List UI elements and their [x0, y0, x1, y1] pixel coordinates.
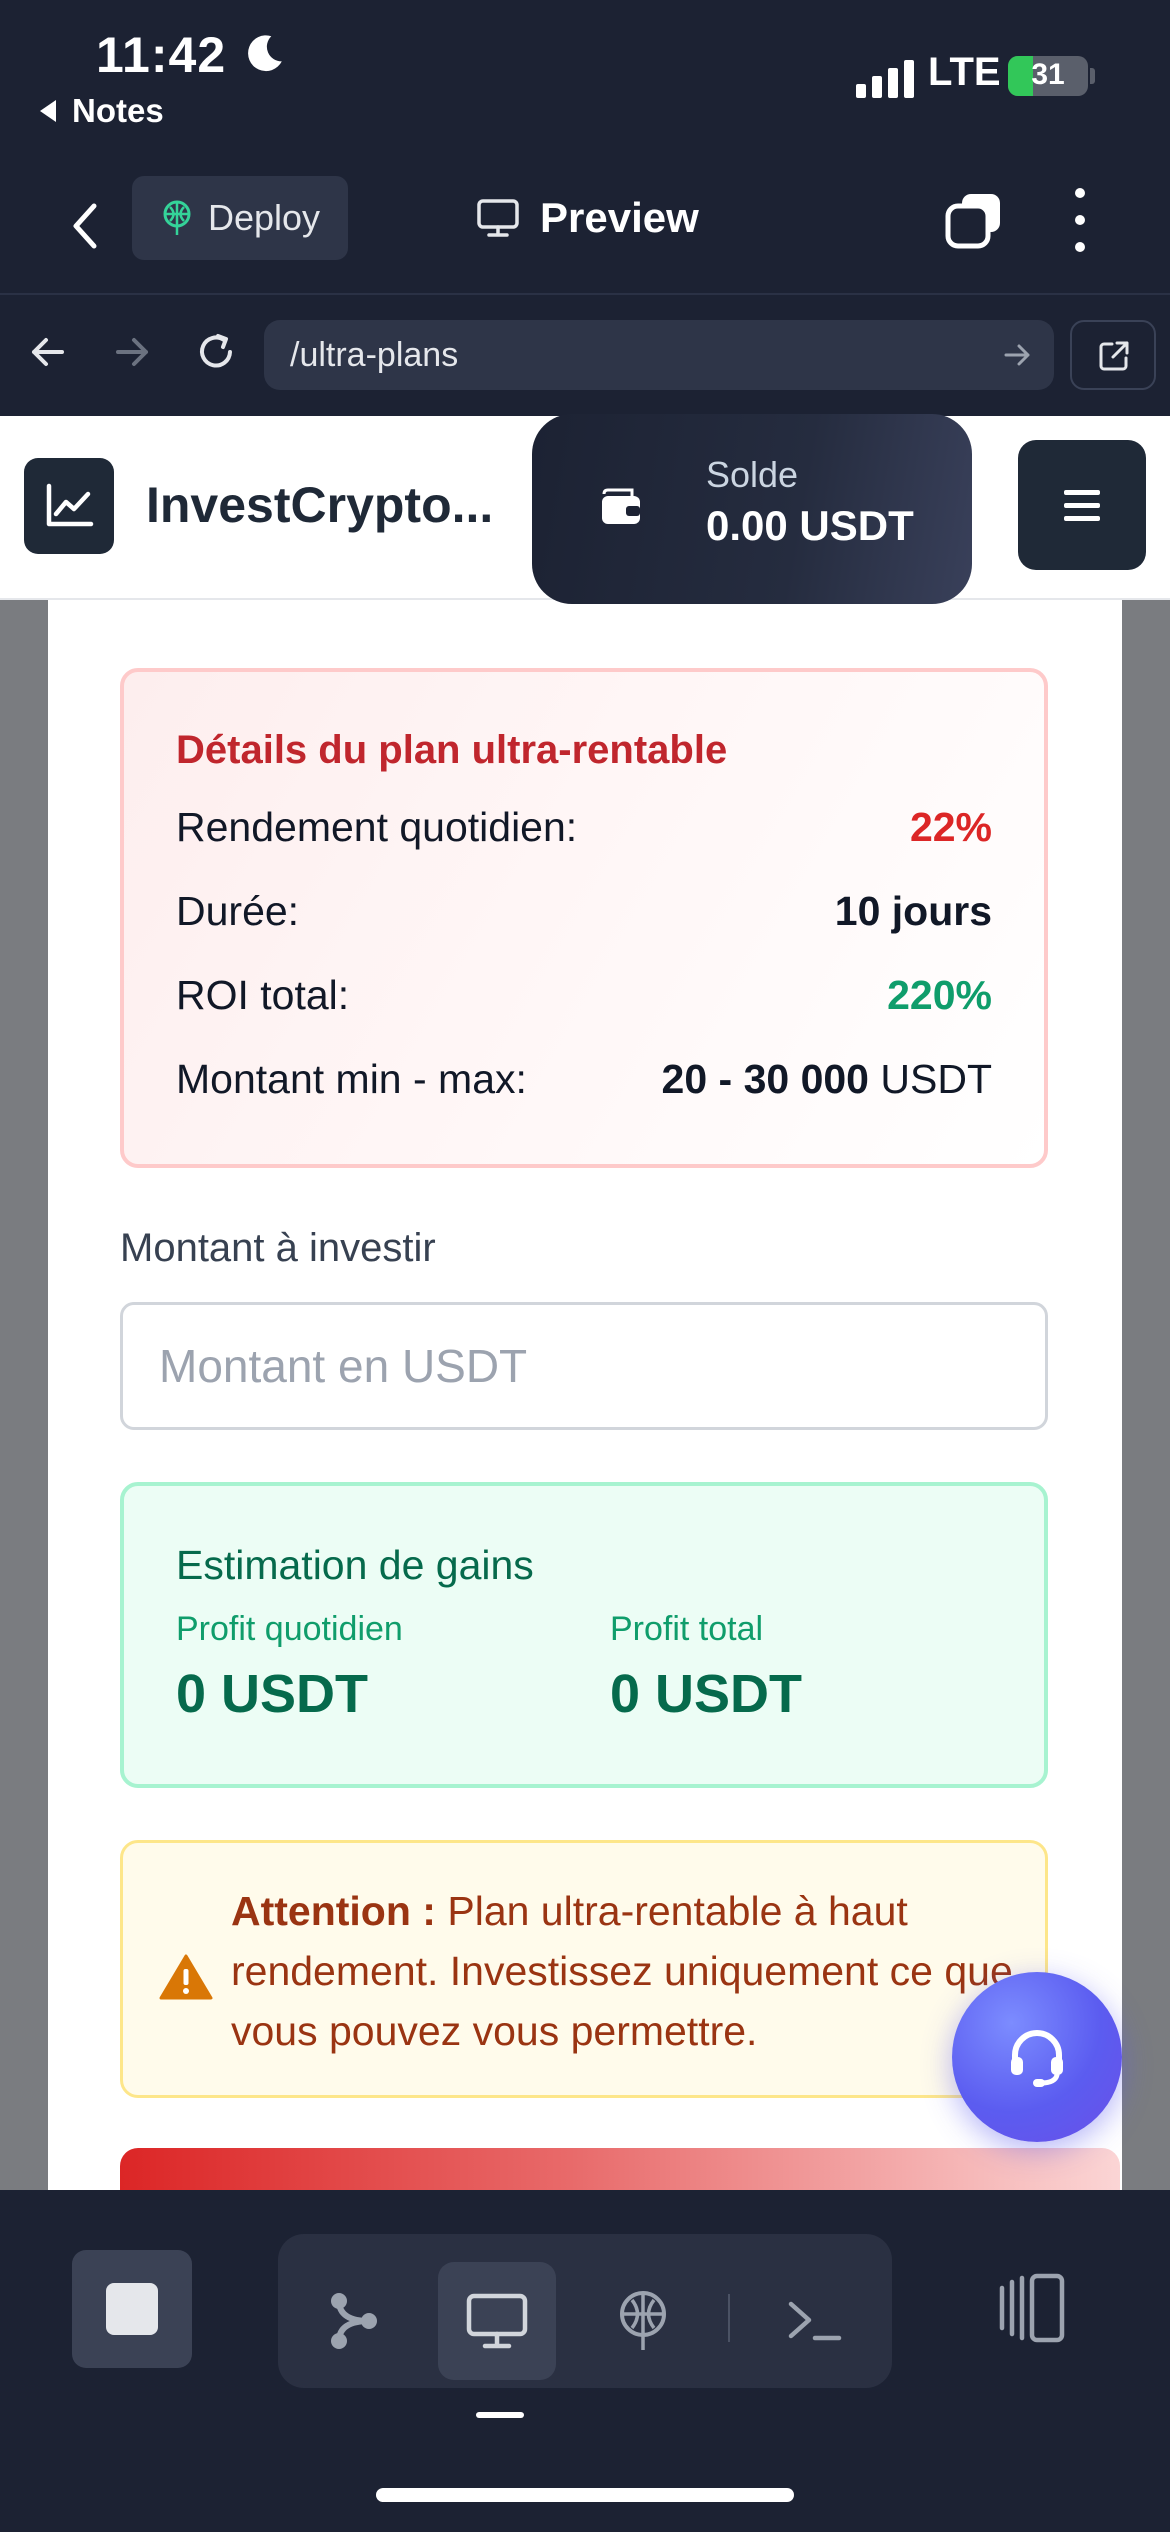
- preview-label: Preview: [540, 194, 699, 241]
- workflow-tab[interactable]: [294, 2262, 412, 2380]
- external-link-icon: [1099, 341, 1129, 371]
- back-to-app-link[interactable]: Notes: [40, 92, 164, 130]
- plan-row-duration: Durée: 10 jours: [176, 888, 992, 935]
- daily-profit-value: 0 USDT: [176, 1664, 369, 1724]
- home-indicator[interactable]: [376, 2488, 794, 2502]
- daily-profit-label: Profit quotidien: [176, 1610, 403, 1648]
- plan-row-label: Rendement quotidien:: [176, 804, 578, 850]
- workflow-icon: [331, 2293, 377, 2349]
- daily-profit: Profit quotidien 0 USDT: [176, 1610, 403, 1725]
- deploy-label: Deploy: [208, 197, 321, 238]
- more-vertical-icon[interactable]: [1062, 188, 1098, 252]
- tabs-icon[interactable]: [944, 190, 1004, 250]
- total-profit-value: 0 USDT: [610, 1664, 803, 1724]
- reload-icon[interactable]: [190, 326, 242, 378]
- view-switcher: [278, 2234, 892, 2388]
- plan-details-title: Détails du plan ultra-rentable: [176, 728, 728, 772]
- amount-input[interactable]: [120, 1302, 1048, 1430]
- warning-text: Attention : Plan ultra-rentable à haut r…: [231, 1881, 1031, 2061]
- app-toolbar: Deploy Preview: [0, 160, 1170, 295]
- split-view-icon[interactable]: [994, 2268, 1074, 2348]
- back-triangle-icon: [40, 100, 56, 122]
- invest-button[interactable]: [120, 2148, 1120, 2190]
- plan-row-roi: ROI total: 220%: [176, 972, 992, 1019]
- plan-row-daily-yield: Rendement quotidien: 22%: [176, 804, 992, 851]
- moon-icon: [248, 35, 282, 72]
- warning-box: Attention : Plan ultra-rentable à haut r…: [120, 1840, 1048, 2098]
- plan-row-label: Durée:: [176, 888, 300, 934]
- plan-row-value: 20 - 30 000: [661, 1056, 869, 1102]
- brand-name[interactable]: InvestCrypto...: [146, 476, 516, 534]
- gain-estimate-title: Estimation de gains: [176, 1542, 534, 1588]
- preview-tab[interactable]: Preview: [476, 194, 699, 242]
- signal-icon: [856, 58, 914, 98]
- monitor-icon: [466, 2293, 528, 2349]
- plan-card: Détails du plan ultra-rentable Rendement…: [48, 416, 1122, 2190]
- plan-row-amount-range: Montant min - max: 20 - 30 000 USDT: [176, 1056, 992, 1103]
- preview-view-tab[interactable]: [438, 2262, 556, 2380]
- back-app-label: Notes: [72, 92, 164, 129]
- amount-label: Montant à investir: [120, 1226, 436, 1270]
- warning-triangle-icon: [159, 1954, 213, 2000]
- url-bar[interactable]: /ultra-plans: [264, 320, 1054, 390]
- status-time: 11:42: [96, 27, 227, 83]
- plan-row-label: ROI total:: [176, 972, 350, 1018]
- battery-nub: [1090, 68, 1095, 84]
- deploy-view-tab[interactable]: [584, 2262, 702, 2380]
- deploy-icon: [620, 2291, 666, 2350]
- plan-row-value: 22%: [909, 804, 992, 850]
- logo[interactable]: [24, 458, 114, 554]
- monitor-icon: [477, 199, 519, 237]
- plan-row-value-group: 20 - 30 000 USDT: [662, 1056, 992, 1103]
- plan-details-box: Détails du plan ultra-rentable Rendement…: [120, 668, 1048, 1168]
- plan-row-unit: USDT: [880, 1056, 992, 1102]
- deploy-icon: [163, 200, 191, 235]
- plan-row-value: 10 jours: [834, 888, 992, 934]
- status-bar: 11:42 Notes LTE 31: [0, 0, 1170, 160]
- web-content: Détails du plan ultra-rentable Rendement…: [0, 416, 1170, 2190]
- console-tab[interactable]: [756, 2262, 874, 2380]
- network-type: LTE: [928, 50, 1001, 94]
- arrow-left-icon[interactable]: [22, 326, 74, 378]
- deploy-button[interactable]: Deploy: [132, 176, 348, 260]
- stop-button[interactable]: [72, 2250, 192, 2368]
- bottom-toolbar: [0, 2190, 1170, 2532]
- plan-row-value: 220%: [887, 972, 992, 1018]
- support-chat-button[interactable]: [952, 1972, 1122, 2142]
- battery-icon: 31: [1008, 56, 1088, 96]
- browser-bar: /ultra-plans: [0, 296, 1170, 416]
- chart-line-icon: [46, 483, 94, 527]
- arrow-right-icon[interactable]: [106, 326, 158, 378]
- separator: [728, 2294, 730, 2342]
- back-chevron-icon[interactable]: [60, 196, 110, 256]
- balance-value: 0.00 USDT: [706, 502, 914, 549]
- battery-level: 31: [1031, 58, 1065, 91]
- sheet-grabber[interactable]: [476, 2412, 524, 2418]
- terminal-icon: [788, 2301, 842, 2341]
- plan-row-label: Montant min - max:: [176, 1056, 527, 1102]
- menu-icon[interactable]: [1018, 440, 1146, 570]
- balance-label: Solde: [706, 454, 799, 495]
- balance-card[interactable]: Solde 0.00 USDT: [532, 414, 972, 604]
- headset-icon: [1011, 2030, 1063, 2087]
- total-profit-label: Profit total: [610, 1610, 764, 1648]
- site-header: InvestCrypto... Solde 0.00 USDT: [0, 414, 1170, 604]
- warning-title: Attention :: [231, 1888, 436, 1934]
- stop-icon: [106, 2283, 158, 2335]
- gain-estimate-box: Estimation de gains Profit quotidien 0 U…: [120, 1482, 1048, 1788]
- url-text: /ultra-plans: [290, 335, 459, 374]
- total-profit: Profit total 0 USDT: [610, 1610, 802, 1725]
- wallet-icon: [602, 488, 640, 524]
- go-arrow-icon[interactable]: [1000, 338, 1034, 372]
- open-external-button[interactable]: [1070, 320, 1156, 390]
